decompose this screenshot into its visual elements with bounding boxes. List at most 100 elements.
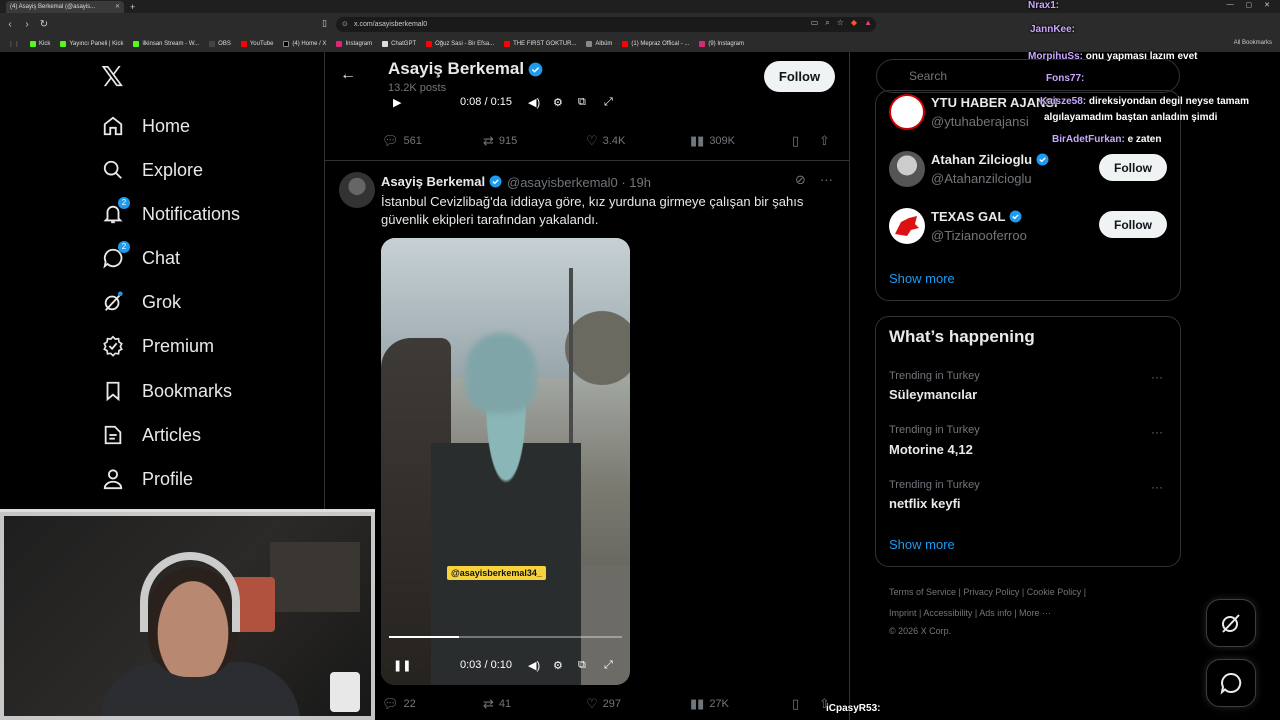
reply-button[interactable]: 💬︎ 561 [382, 133, 422, 149]
show-more-link[interactable]: Show more [889, 271, 955, 286]
avatar[interactable] [889, 94, 925, 130]
play-icon[interactable]: ▶ [393, 96, 401, 109]
avatar[interactable] [339, 172, 375, 208]
post-divider [325, 160, 849, 161]
copyright: © 2026 X Corp. [889, 626, 952, 636]
nav-notifications[interactable]: 2 Notifications [100, 194, 240, 234]
close-window-icon[interactable]: ✕ [1264, 1, 1270, 9]
video-progress-bar[interactable] [389, 636, 622, 638]
grok-icon [100, 289, 126, 315]
bookmark-post-icon[interactable]: ▯ [792, 696, 799, 712]
more-options-icon[interactable]: ··· [820, 172, 833, 188]
nav-explore[interactable]: Explore [100, 150, 203, 190]
grok-explain-icon[interactable]: ⊘ [795, 172, 806, 188]
all-bookmarks-button[interactable]: All Bookmarks [1234, 40, 1272, 46]
bookmark-item[interactable]: (1) Mepraz Offical - ... [622, 41, 689, 47]
forward-icon[interactable]: › [20, 19, 34, 30]
post-author-name[interactable]: Asayiş Berkemal [381, 174, 502, 189]
bookmark-item[interactable]: (9) Instagram [699, 41, 744, 47]
browser-tab[interactable]: (4) Asayiş Berkemal (@asayis... ✕ [6, 0, 124, 13]
maximize-icon[interactable]: ▢ [1246, 1, 1253, 9]
back-arrow-icon[interactable]: ← [340, 66, 356, 84]
bookmark-page-icon[interactable]: ▯ [322, 18, 327, 29]
show-more-link[interactable]: Show more [889, 537, 955, 552]
avatar[interactable] [889, 151, 925, 187]
back-icon[interactable]: ‹ [3, 19, 17, 30]
share-icon[interactable]: ⇧ [819, 133, 830, 149]
minimize-icon[interactable]: — [1227, 1, 1234, 9]
more-options-icon[interactable]: ··· [1151, 370, 1163, 384]
bookmark-item[interactable]: OBS [209, 41, 231, 47]
volume-icon[interactable]: ◀) [528, 659, 540, 672]
search-input[interactable] [876, 59, 1180, 93]
close-tab-icon[interactable]: ✕ [115, 3, 120, 10]
nav-chat[interactable]: 2 Chat [100, 238, 180, 278]
screen-icon[interactable]: ▭ [811, 18, 819, 28]
trend-name[interactable]: Süleymancılar [889, 387, 977, 402]
reply-button[interactable]: 💬︎ 22 [382, 696, 416, 712]
zoom-icon[interactable]: ⌕ [825, 18, 829, 28]
settings-icon[interactable]: ⚙ [553, 659, 563, 672]
bookmark-item[interactable]: ChatGPT [382, 41, 416, 47]
rewards-icon[interactable]: ▲ [864, 18, 872, 28]
post-video[interactable]: @asayisberkemal34_ [381, 238, 630, 685]
more-options-icon[interactable]: ··· [1151, 480, 1163, 494]
follow-button[interactable]: Follow [1099, 154, 1167, 181]
x-logo-icon[interactable]: 𝕏 [101, 62, 127, 92]
avatar[interactable] [889, 208, 925, 244]
fullscreen-icon[interactable]: ⤢ [604, 96, 613, 109]
bookmark-folder[interactable]: Albüm [586, 41, 612, 47]
grok-fab-button[interactable] [1206, 599, 1256, 647]
volume-icon[interactable]: ◀) [528, 96, 540, 109]
repost-button[interactable]: ⇄ 915 [483, 133, 517, 149]
bookmark-item[interactable]: ilkinsan Stream - W... [133, 41, 199, 47]
trend-name[interactable]: netflix keyfi [889, 496, 961, 511]
heart-icon: ♡ [586, 133, 598, 148]
pip-icon[interactable]: ⧉ [578, 96, 586, 109]
site-info-icon[interactable]: ⊙ [342, 20, 348, 28]
views-button[interactable]: ▮▮ 27K [690, 696, 729, 712]
settings-icon[interactable]: ⚙ [553, 96, 563, 109]
verified-badge-icon [489, 175, 502, 188]
pause-icon[interactable]: ❚❚ [393, 659, 411, 672]
bookmark-item[interactable]: THE FIRST GOKTUR... [504, 41, 576, 47]
pip-icon[interactable]: ⧉ [578, 659, 586, 672]
address-bar[interactable]: ⊙ x.com/asayisberkemal0 ▭ ⌕ ☆ ◆ ▲ [336, 17, 876, 32]
trend-context: Trending in Turkey [889, 424, 980, 436]
tab-title: (4) Asayiş Berkemal (@asayis... [10, 3, 96, 10]
who-to-follow-row[interactable]: Atahan Zilcioglu @Atahanzilcioglu Follow [889, 149, 1174, 189]
follow-button[interactable]: Follow [764, 61, 835, 92]
messages-fab-button[interactable] [1206, 659, 1256, 707]
nav-home[interactable]: Home [100, 106, 190, 146]
views-button[interactable]: ▮▮ 309K [690, 133, 735, 149]
nav-premium[interactable]: Premium [100, 326, 214, 366]
footer-links[interactable]: Terms of Service | Privacy Policy | Cook… [889, 587, 1086, 597]
bookmark-item[interactable]: Kick [30, 41, 50, 47]
nav-articles[interactable]: Articles [100, 415, 201, 455]
repost-button[interactable]: ⇄ 41 [483, 696, 511, 712]
bookmark-item[interactable]: (4) Home / X [283, 41, 326, 47]
reload-icon[interactable]: ↻ [37, 19, 51, 30]
bookmark-item[interactable]: Instagram [336, 41, 372, 47]
star-icon[interactable]: ☆ [837, 18, 844, 28]
bookmark-item[interactable]: Yayıncı Paneli | Kick [60, 41, 123, 47]
brave-shield-icon[interactable]: ◆ [851, 18, 857, 28]
apps-icon[interactable]: ⋮⋮ [8, 41, 20, 48]
trend-name[interactable]: Motorine 4,12 [889, 442, 973, 457]
nav-profile[interactable]: Profile [100, 459, 193, 499]
bookmark-item[interactable]: YouTube [240, 41, 273, 47]
footer-links[interactable]: Imprint | Accessibility | Ads info | Mor… [889, 608, 1051, 618]
more-options-icon[interactable]: ··· [1151, 425, 1163, 439]
post-handle[interactable]: @asayisberkemal0 · 19h [507, 175, 651, 190]
who-to-follow-row[interactable]: TEXAS GAL @Tizianooferroo Follow [889, 206, 1174, 246]
nav-grok[interactable]: Grok [100, 282, 181, 322]
fullscreen-icon[interactable]: ⤢ [604, 659, 613, 672]
like-button[interactable]: ♡ 3.4K [586, 133, 625, 149]
bookmark-item[interactable]: Oğuz Sasi - Bir Efsa... [426, 41, 494, 47]
like-button[interactable]: ♡ 297 [586, 696, 621, 712]
follow-button[interactable]: Follow [1099, 211, 1167, 238]
nav-bookmarks[interactable]: Bookmarks [100, 371, 232, 411]
new-tab-button[interactable]: + [130, 2, 135, 12]
whats-happening-title: What’s happening [889, 327, 1035, 346]
bookmark-post-icon[interactable]: ▯ [792, 133, 799, 149]
